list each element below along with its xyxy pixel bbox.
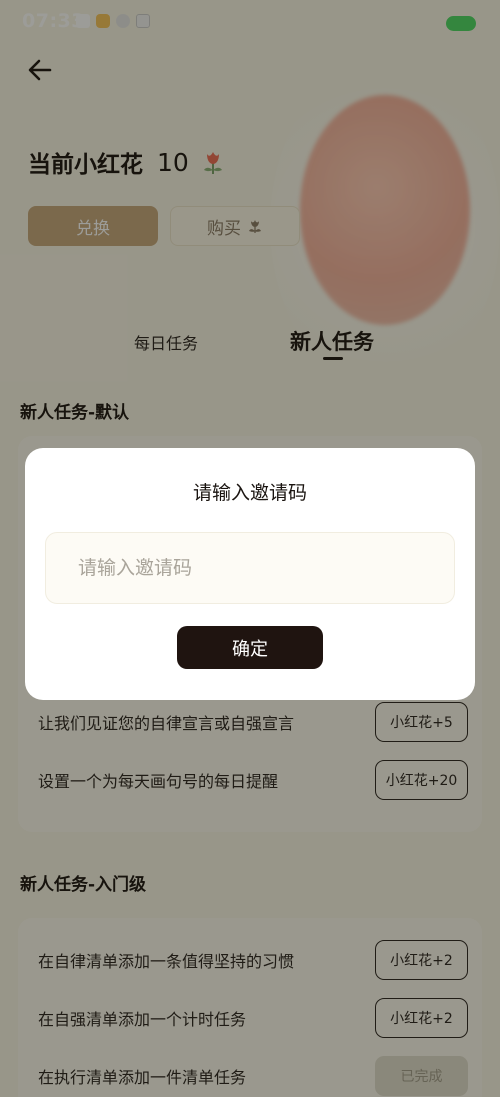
dialog-title: 请输入邀请码 xyxy=(192,482,307,504)
app-screen: 07:33 当前小红花 10 兑换 购买 每日任务 新人任务 新人任务-默认 让… xyxy=(0,0,500,1097)
invite-code-input[interactable] xyxy=(45,532,455,604)
confirm-button[interactable]: 确定 xyxy=(177,626,323,669)
invite-code-dialog: 请输入邀请码 确定 xyxy=(25,448,475,700)
